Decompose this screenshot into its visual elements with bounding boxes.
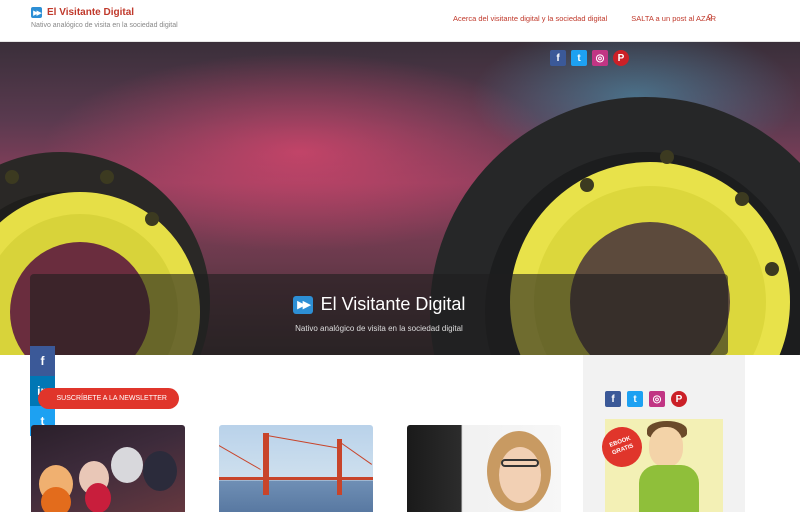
reel-bolt (5, 170, 19, 184)
reel-bolt (735, 192, 749, 206)
hero-title-row: ▶▶ El Visitante Digital (30, 294, 728, 315)
fast-forward-icon: ▶▶ (292, 295, 313, 314)
site-header: ▶▶ El Visitante Digital Nativo analógico… (0, 0, 800, 42)
instagram-icon[interactable]: ◎ (592, 50, 608, 66)
nav-item-random-post[interactable]: SALTA a un post al AZAR (631, 14, 716, 23)
bridge-cable (338, 441, 373, 465)
twitter-icon[interactable]: t (627, 391, 643, 407)
instagram-icon[interactable]: ◎ (649, 391, 665, 407)
bridge-tower (263, 433, 269, 495)
hero-caption-box: ▶▶ El Visitante Digital Nativo analógico… (30, 274, 728, 355)
portrait-face (499, 447, 541, 503)
pinterest-icon[interactable]: P (671, 391, 687, 407)
reel-bolt (765, 262, 779, 276)
ebook-badge: EBOOK GRATIS (596, 421, 648, 473)
site-logo[interactable]: ▶▶ El Visitante Digital (31, 7, 134, 18)
bridge-deck (219, 477, 373, 480)
hero-title: El Visitante Digital (320, 294, 466, 314)
ebook-figure-body (639, 465, 699, 512)
newsletter-button[interactable]: SUSCRÍBETE A LA NEWSLETTER (38, 388, 179, 409)
ebook-figure-face (649, 427, 683, 467)
reel-bolt (100, 170, 114, 184)
cosplay-figure (111, 447, 143, 483)
reel-bolt (580, 178, 594, 192)
post-thumbnail-cosplay[interactable] (31, 425, 185, 512)
cosplay-figure (41, 487, 71, 512)
search-icon[interactable]: ⚲ (707, 13, 713, 22)
sidebar-social-links: f t ◎ P (605, 391, 687, 407)
ebook-promo[interactable]: EBOOK GRATIS (596, 419, 723, 512)
portrait-glasses (501, 459, 539, 467)
hero-banner: f t ◎ P ▶▶ El Visitante Digital Nativo a… (0, 42, 800, 355)
twitter-icon[interactable]: t (571, 50, 587, 66)
hero-subtitle: Nativo analógico de visita en la socieda… (295, 324, 463, 333)
reel-bolt (660, 150, 674, 164)
bridge-cable (219, 445, 261, 470)
sidebar: f t ◎ P EBOOK GRATIS (583, 355, 745, 512)
site-title[interactable]: El Visitante Digital (47, 7, 134, 18)
main-nav: Acerca del visitante digital y la socied… (453, 14, 716, 23)
post-thumbnail-portrait[interactable] (407, 425, 561, 512)
post-thumbnail-golden-gate[interactable] (219, 425, 373, 512)
reel-bolt (145, 212, 159, 226)
facebook-icon[interactable]: f (605, 391, 621, 407)
nav-item-about[interactable]: Acerca del visitante digital y la socied… (453, 14, 607, 23)
facebook-icon[interactable]: f (550, 50, 566, 66)
share-facebook-icon[interactable]: f (30, 346, 55, 376)
cosplay-figure (143, 451, 177, 491)
pinterest-icon[interactable]: P (613, 50, 629, 66)
fast-forward-icon: ▶▶ (31, 7, 42, 18)
hero-social-links: f t ◎ P (550, 50, 629, 66)
cosplay-figure (85, 483, 111, 512)
site-tagline: Nativo analógico de visita en la socieda… (31, 22, 178, 29)
bridge-cable (266, 435, 338, 449)
